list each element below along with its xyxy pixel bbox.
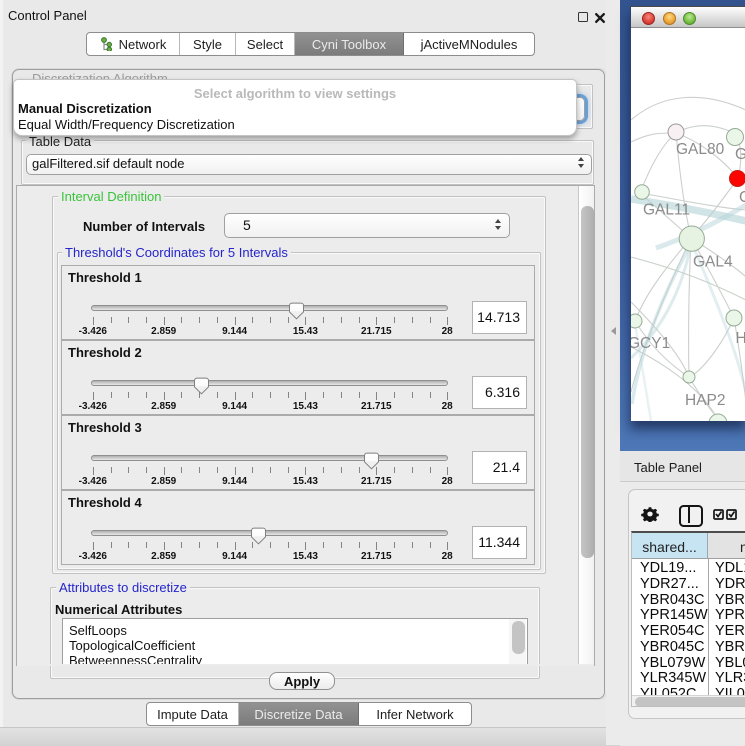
- svg-text:HAP2: HAP2: [685, 392, 726, 409]
- svg-text:GCY1: GCY1: [631, 335, 670, 352]
- svg-text:H: H: [736, 330, 745, 347]
- svg-text:G.: G.: [735, 146, 745, 163]
- svg-text:GAL11: GAL11: [643, 202, 690, 219]
- svg-text:C: C: [739, 189, 745, 206]
- svg-text:GAL80: GAL80: [676, 141, 725, 158]
- svg-text:GAL4: GAL4: [693, 254, 733, 271]
